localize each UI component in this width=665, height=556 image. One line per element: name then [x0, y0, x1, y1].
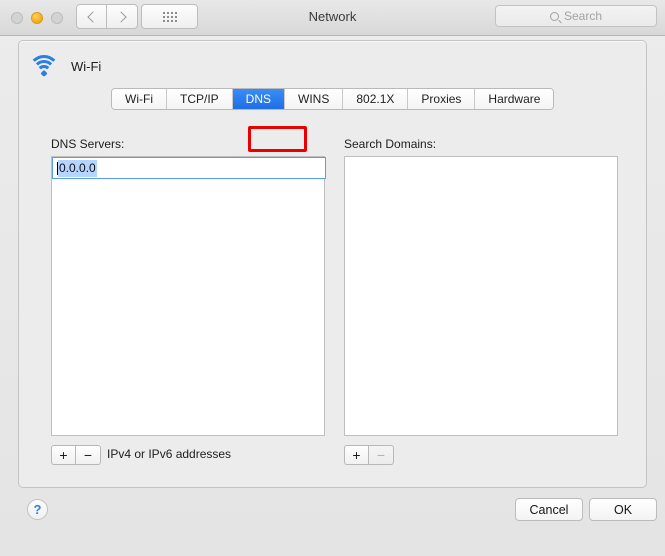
dns-servers-stepper: + − — [51, 445, 101, 465]
wifi-icon — [28, 55, 60, 78]
service-name: Wi-Fi — [71, 58, 102, 74]
tab-tcpip[interactable]: TCP/IP — [166, 89, 233, 109]
network-preferences-window: Network Search Wi-Fi Wi-Fi TCP/IP DNS WI… — [0, 0, 665, 556]
tab-wins[interactable]: WINS — [285, 89, 344, 109]
search-field[interactable]: Search — [495, 5, 657, 27]
dns-servers-list[interactable]: 0.0.0.0 — [51, 156, 326, 436]
search-icon — [549, 11, 559, 21]
annotation-highlight-rect — [248, 126, 307, 152]
add-dns-server-button[interactable]: + — [51, 445, 76, 465]
search-domains-label: Search Domains: — [344, 137, 437, 151]
remove-dns-server-button[interactable]: − — [76, 445, 101, 465]
search-domains-list[interactable] — [344, 156, 618, 436]
search-domains-stepper: + − — [344, 445, 394, 465]
dns-server-entry-row[interactable]: 0.0.0.0 — [52, 157, 326, 179]
search-placeholder: Search — [563, 9, 603, 23]
settings-panel: Wi-Fi Wi-Fi TCP/IP DNS WINS 802.1X Proxi… — [18, 40, 647, 488]
remove-search-domain-button: − — [369, 445, 394, 465]
tab-wifi[interactable]: Wi-Fi — [112, 89, 167, 109]
help-button[interactable]: ? — [27, 499, 48, 520]
tab-proxies[interactable]: Proxies — [408, 89, 476, 109]
tab-hardware[interactable]: Hardware — [475, 89, 554, 109]
ok-button[interactable]: OK — [589, 498, 657, 521]
cancel-button[interactable]: Cancel — [515, 498, 583, 521]
tab-dns[interactable]: DNS — [232, 89, 285, 109]
service-header: Wi-Fi — [28, 55, 102, 78]
add-search-domain-button[interactable]: + — [344, 445, 369, 465]
dns-servers-hint: IPv4 or IPv6 addresses — [107, 447, 232, 461]
dns-servers-label: DNS Servers: — [51, 137, 125, 151]
tab-8021x[interactable]: 802.1X — [343, 89, 409, 109]
dns-server-value[interactable]: 0.0.0.0 — [58, 159, 97, 177]
window-titlebar: Network Search — [0, 0, 665, 36]
tab-bar: Wi-Fi TCP/IP DNS WINS 802.1X Proxies Har… — [111, 88, 555, 110]
